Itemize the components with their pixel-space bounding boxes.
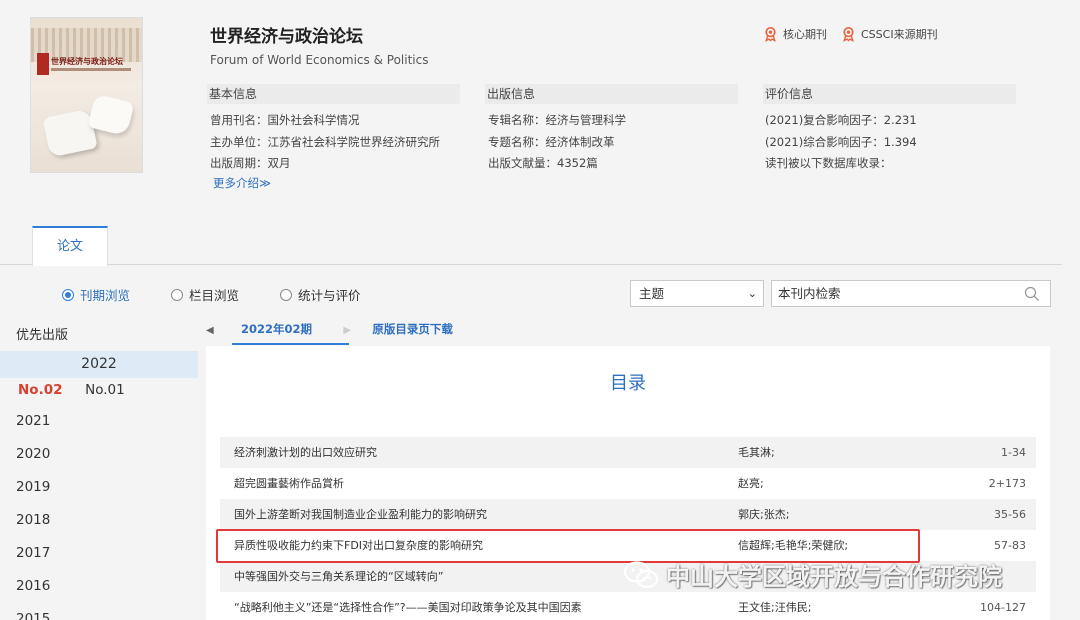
tab-papers[interactable]: 论文 xyxy=(32,226,108,266)
prev-issue-arrow[interactable]: ◀ xyxy=(206,325,214,336)
toc-download-link[interactable]: 原版目录页下载 xyxy=(372,322,453,336)
browse-option-label: 统计与评价 xyxy=(298,288,361,303)
issue-list: No.02 No.01 xyxy=(18,382,125,398)
browse-by-issue-option[interactable]: 刊期浏览 xyxy=(62,285,130,304)
issue-nav: ◀ 2022年02期 ▶ 原版目录页下载 xyxy=(206,321,453,337)
radio-button[interactable] xyxy=(280,288,292,301)
article-title-link[interactable]: 超完圆畫藝術作品賞析 xyxy=(234,468,344,499)
radio-button[interactable] xyxy=(171,288,183,301)
article-authors[interactable]: 王文佳;汪伟民; xyxy=(738,592,811,620)
cover-title: 世界经济与政治论坛 xyxy=(51,57,123,66)
eval-info-line: (2021)复合影响因子：2.231 xyxy=(765,113,917,127)
wechat-icon xyxy=(623,560,659,588)
publish-info-line: 出版文献量：4352篇 xyxy=(488,156,598,170)
basic-info-line: 主办单位：江苏省社会科学院世界经济研究所 xyxy=(210,135,440,149)
year-item[interactable]: 2021 xyxy=(16,412,50,445)
next-issue-arrow[interactable]: ▶ xyxy=(343,325,351,336)
year-item[interactable]: 2018 xyxy=(16,511,50,544)
search-field-select[interactable]: 主题 ⌄ xyxy=(630,280,764,307)
toc-heading: 目录 xyxy=(610,373,646,394)
article-title-link[interactable]: “战略利他主义”还是“选择性合作”?——美国对印政策争论及其中国因素 xyxy=(234,592,582,620)
publish-info-line: 专题名称：经济体制改革 xyxy=(488,135,615,149)
toc-row[interactable]: “战略利他主义”还是“选择性合作”?——美国对印政策争论及其中国因素 王文佳;汪… xyxy=(220,592,1036,620)
publish-info-heading: 出版信息 xyxy=(485,84,738,104)
year-list: 2021 2020 2019 2018 2017 2016 2015 xyxy=(16,412,50,620)
journal-badges: 核心期刊 CSSCI来源期刊 xyxy=(763,26,938,42)
current-issue: 2022年02期 xyxy=(241,322,313,336)
article-authors[interactable]: 郭庆;张杰; xyxy=(738,499,789,530)
eval-info-heading: 评价信息 xyxy=(763,84,1016,104)
cssci-label: CSSCI来源期刊 xyxy=(861,28,938,41)
year-item[interactable]: 2017 xyxy=(16,544,50,577)
stats-eval-option[interactable]: 统计与评价 xyxy=(280,285,361,304)
cssci-badge: CSSCI来源期刊 xyxy=(841,26,938,42)
article-title-link[interactable]: 经济刺激计划的出口效应研究 xyxy=(234,437,377,468)
year-item[interactable]: 2020 xyxy=(16,445,50,478)
award-icon xyxy=(765,26,776,42)
search-icon[interactable] xyxy=(1024,286,1040,302)
chevron-down-icon: ⌄ xyxy=(747,287,757,300)
basic-info-line: 出版周期：双月 xyxy=(210,156,291,170)
journal-search-input[interactable]: 本刊内检索 xyxy=(771,280,1051,307)
browse-option-label: 刊期浏览 xyxy=(80,288,131,303)
article-pages: 35-56 xyxy=(994,508,1026,521)
search-input-value: 本刊内检索 xyxy=(778,286,841,301)
basic-info-line: 曾用刊名：国外社会科学情况 xyxy=(210,113,360,127)
radio-button[interactable] xyxy=(62,288,74,301)
year-2022[interactable]: 2022 xyxy=(0,351,198,378)
browse-by-column-option[interactable]: 栏目浏览 xyxy=(171,285,239,304)
article-pages: 1-34 xyxy=(1001,446,1026,459)
search-field-value: 主题 xyxy=(639,286,665,301)
browse-option-label: 栏目浏览 xyxy=(189,288,240,303)
year-item[interactable]: 2019 xyxy=(16,478,50,511)
toc-row[interactable]: 超完圆畫藝術作品賞析 赵亮; 2+173 xyxy=(220,468,1036,499)
year-item[interactable]: 2016 xyxy=(16,577,50,610)
core-journal-badge: 核心期刊 xyxy=(763,26,827,42)
core-journal-label: 核心期刊 xyxy=(783,28,827,41)
basic-info-heading: 基本信息 xyxy=(207,84,460,104)
article-title-link[interactable]: 中等强国外交与三角关系理论的“区域转向” xyxy=(234,561,443,592)
article-title-link[interactable]: 国外上游垄断对我国制造业企业盈利能力的影响研究 xyxy=(234,499,487,530)
year-item[interactable]: 2015 xyxy=(16,610,50,620)
article-pages: 104-127 xyxy=(980,601,1026,614)
more-intro-link[interactable]: 更多介绍≫ xyxy=(213,175,271,191)
eval-info-line: (2021)综合影响因子：1.394 xyxy=(765,135,917,149)
tab-divider xyxy=(0,264,1062,265)
journal-title-en: Forum of World Economics & Politics xyxy=(210,53,429,67)
watermark: 中山大学区域开放与合作研究院 xyxy=(622,557,1002,592)
journal-cover: 世界经济与政治论坛 xyxy=(30,17,143,173)
award-icon xyxy=(843,26,854,42)
journal-title: 世界经济与政治论坛 xyxy=(210,27,363,47)
eval-info-line: 读刊被以下数据库收录： xyxy=(765,156,892,170)
issue-underline xyxy=(232,343,349,345)
issue-no01[interactable]: No.01 xyxy=(85,382,125,398)
toc-row[interactable]: 经济刺激计划的出口效应研究 毛其淋; 1-34 xyxy=(220,437,1036,468)
watermark-text: 中山大学区域开放与合作研究院 xyxy=(666,563,1002,591)
article-pages: 2+173 xyxy=(988,477,1026,490)
priority-publish-link[interactable]: 优先出版 xyxy=(16,324,68,343)
toc-row[interactable]: 国外上游垄断对我国制造业企业盈利能力的影响研究 郭庆;张杰; 35-56 xyxy=(220,499,1036,530)
article-authors[interactable]: 毛其淋; xyxy=(738,437,775,468)
article-authors[interactable]: 赵亮; xyxy=(738,468,764,499)
publish-info-line: 专辑名称：经济与管理科学 xyxy=(488,113,626,127)
issue-no02[interactable]: No.02 xyxy=(18,382,63,398)
